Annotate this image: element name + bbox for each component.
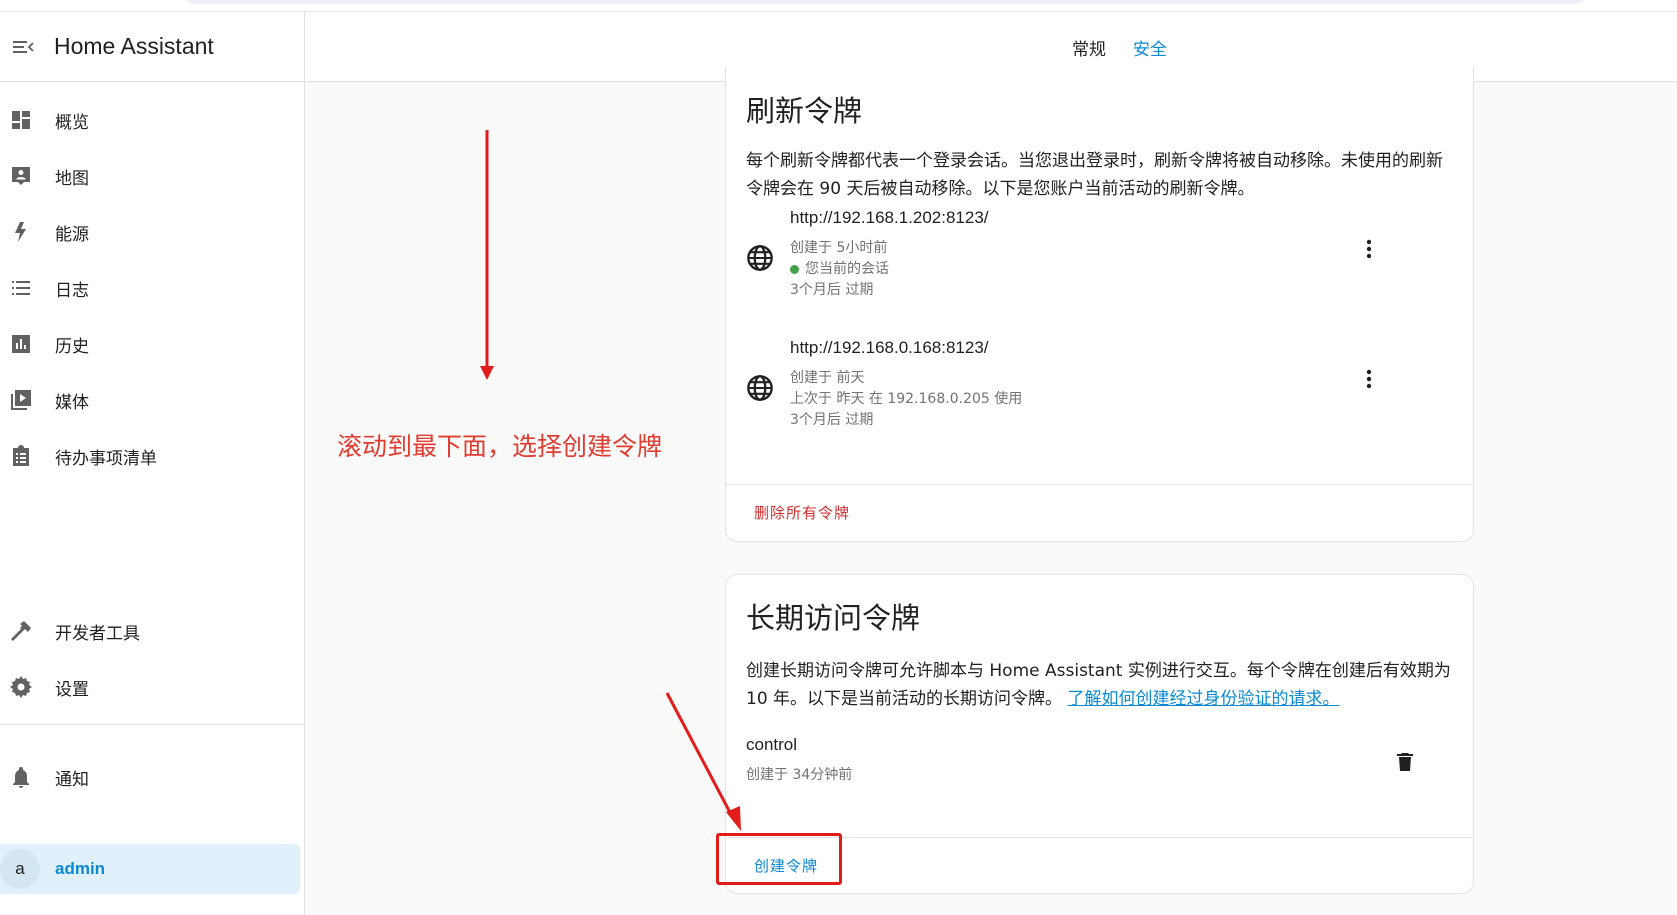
lightning-bolt-icon [6,220,36,244]
token-url: http://192.168.0.168:8123/ [790,338,989,357]
token-expires: 3个月后 过期 [790,412,874,428]
sidebar-item-settings[interactable]: 设置 [0,663,300,711]
globe-icon [747,245,773,271]
menu-open-icon [13,40,34,53]
browser-address-bar [185,0,1585,4]
sidebar-item-media[interactable]: 媒体 [0,376,300,424]
browser-top-strip [0,0,1677,12]
sidebar-item-label: 概览 [55,112,89,133]
sidebar-item-developer-tools[interactable]: 开发者工具 [0,607,300,655]
sidebar-item-label: 待办事项清单 [55,448,157,469]
token-name: control [746,735,798,754]
app-title: Home Assistant [54,33,214,59]
sidebar-divider [0,724,305,725]
auth-requests-link[interactable]: 了解如何创建经过身份验证的请求。 [1067,689,1339,709]
sidebar-item-label: 媒体 [55,392,89,413]
sidebar-item-label: 能源 [55,224,89,245]
sidebar-item-label: 通知 [55,769,89,790]
user-name: admin [55,859,106,878]
long-lived-token-row: control 创建于 34分钟前 [726,735,1473,815]
token-expires: 3个月后 过期 [790,282,874,298]
token-current-session: 您当前的会话 [790,259,889,280]
annotation-text: 滚动到最下面，选择创建令牌 [337,432,663,461]
sidebar-item-overview[interactable]: 概览 [0,96,300,144]
avatar: a [0,849,40,889]
refresh-token-row: http://192.168.1.202:8123/ 创建于 5小时前 您当前的… [726,208,1473,318]
delete-all-tokens-button[interactable]: 删除所有令牌 [754,502,850,523]
trash-icon [1397,753,1413,771]
sidebar-header: Home Assistant [0,12,304,82]
refresh-tokens-description: 每个刷新令牌都代表一个登录会话。当您退出登录时，刷新令牌将被自动移除。未使用的刷… [746,151,1443,199]
dashboard-icon [6,108,36,132]
refresh-token-row: http://192.168.0.168:8123/ 创建于 前天 上次于 昨天… [726,338,1473,448]
clipboard-list-icon [6,444,36,468]
format-list-icon [6,276,36,300]
token-created: 创建于 5小时前 [790,240,888,256]
chart-box-icon [6,332,36,356]
token-last-used: 上次于 昨天 在 192.168.0.205 使用 [790,391,1023,407]
more-options-button[interactable] [1354,364,1384,394]
sidebar-item-label: 历史 [55,336,89,357]
token-url: http://192.168.1.202:8123/ [790,208,989,227]
sidebar-item-label: 日志 [55,280,89,301]
sidebar-item-history[interactable]: 历史 [0,320,300,368]
more-options-button[interactable] [1354,234,1384,264]
globe-icon [747,375,773,401]
sidebar-item-user[interactable]: a admin [0,844,300,894]
delete-token-button[interactable] [1390,747,1420,777]
status-dot [790,264,799,274]
sidebar-item-logbook[interactable]: 日志 [0,264,300,312]
map-account-icon [6,164,36,188]
sidebar-item-label: 开发者工具 [55,623,140,644]
dots-vertical-icon [1366,239,1372,259]
sidebar-item-label: 地图 [55,168,89,189]
refresh-tokens-title: 刷新令牌 [746,94,863,128]
annotation-arrowhead [480,366,494,380]
sidebar-item-todo[interactable]: 待办事项清单 [0,432,300,480]
refresh-tokens-card: 刷新令牌 每个刷新令牌都代表一个登录会话。当您退出登录时，刷新令牌将被自动移除。… [725,66,1474,542]
bell-icon [6,765,36,789]
sidebar-item-notifications[interactable]: 通知 [0,753,300,801]
cog-icon [6,675,36,699]
hammer-icon [6,619,36,643]
sidebar: Home Assistant 概览 地图 能源 日志 历史 媒体 待办事项清单 … [0,12,305,915]
sidebar-item-label: 设置 [55,679,89,700]
annotation-highlight-box [716,833,842,885]
tab-label: 安全 [1133,39,1167,60]
long-lived-tokens-description: 创建长期访问令牌可允许脚本与 Home Assistant 实例进行交互。每个令… [746,661,1451,709]
card-divider [726,484,1473,485]
play-box-multiple-icon [6,388,36,412]
annotation-arrow-diagonal [665,692,736,821]
token-created: 创建于 前天 [790,370,865,386]
sidebar-item-energy[interactable]: 能源 [0,208,300,256]
token-created: 创建于 34分钟前 [746,767,853,783]
menu-collapse-button[interactable] [8,32,38,62]
dots-vertical-icon [1366,369,1372,389]
sidebar-item-map[interactable]: 地图 [0,152,300,200]
long-lived-tokens-title: 长期访问令牌 [746,601,921,635]
